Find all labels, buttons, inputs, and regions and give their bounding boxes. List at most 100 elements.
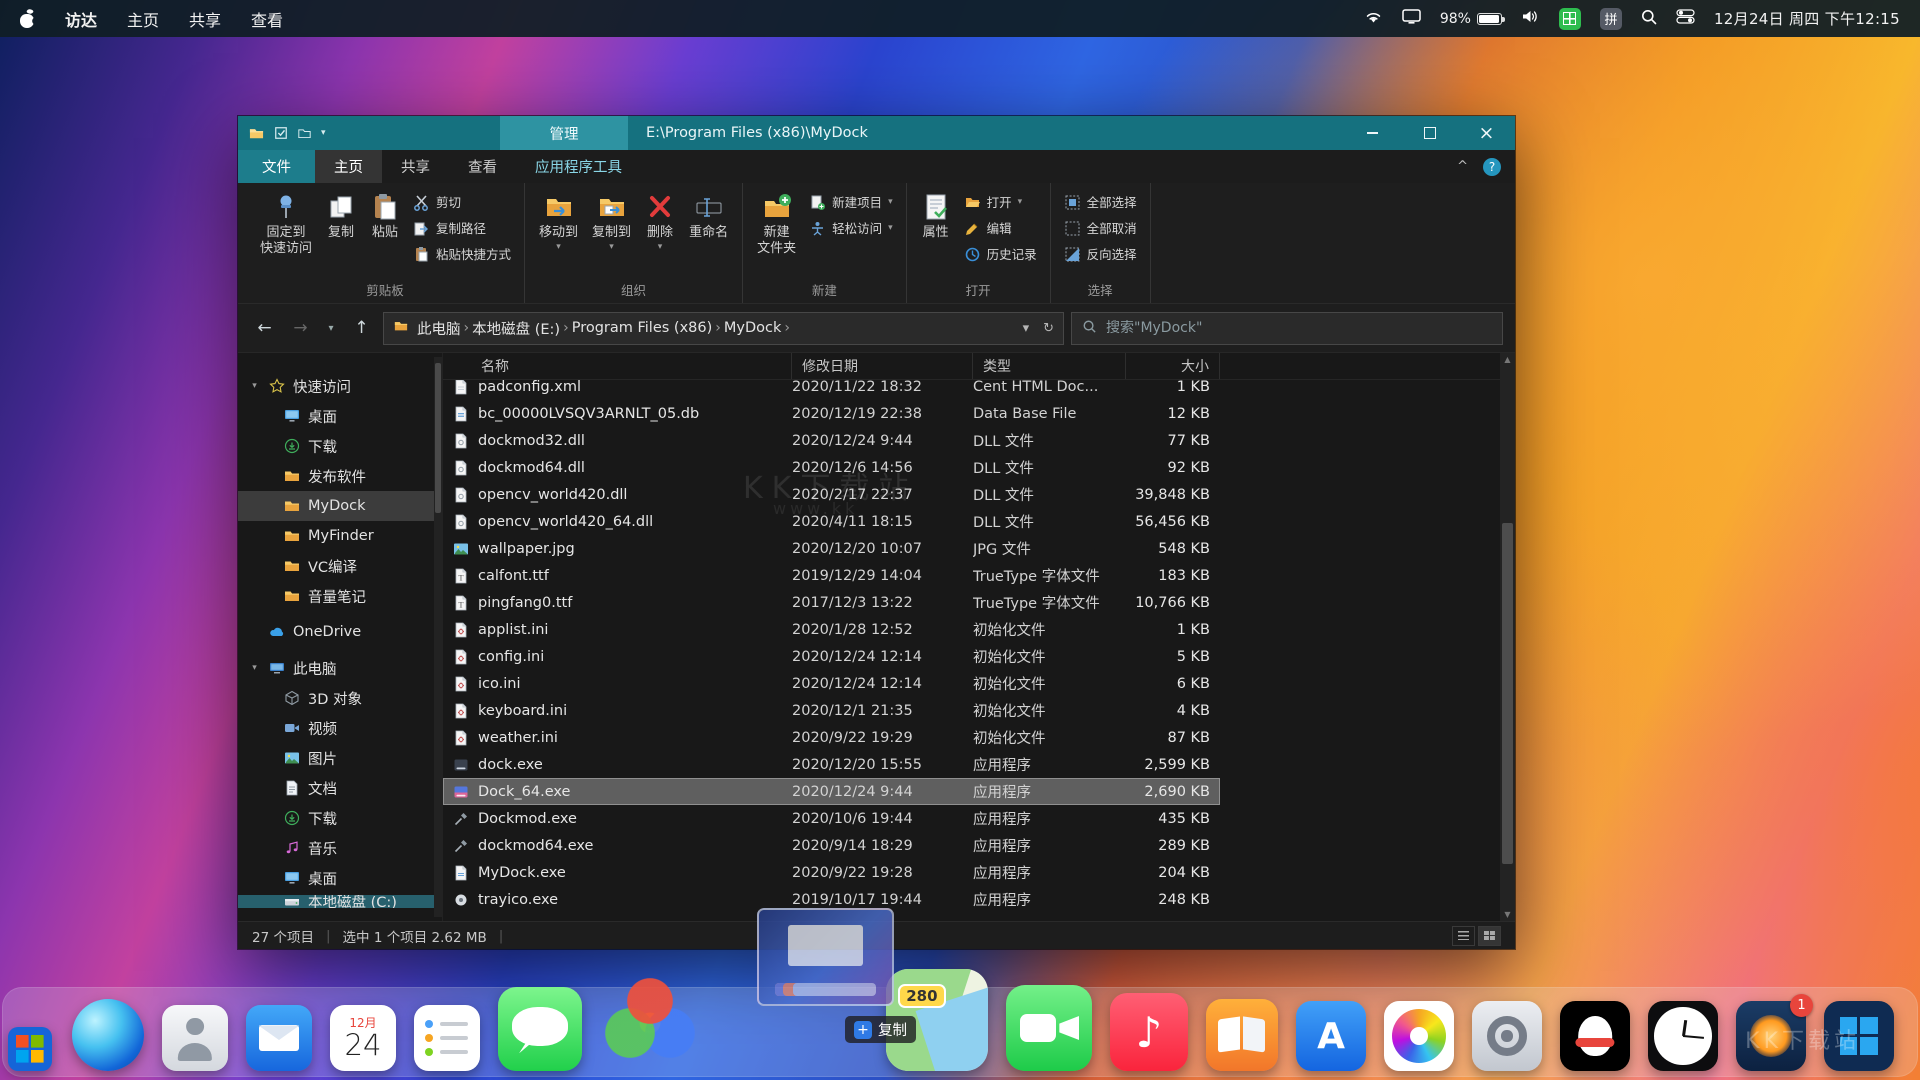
sidebar-section-0[interactable]: ▾ 快速访问 <box>238 371 442 401</box>
details-view-icon[interactable] <box>1452 925 1475 946</box>
dock-icon-mail[interactable] <box>246 1005 312 1071</box>
file-row-16[interactable]: Dockmod.exe 2020/10/6 19:44 应用程序 435 KB <box>443 805 1220 832</box>
dock-icon-clock[interactable] <box>1648 1001 1718 1071</box>
menubar-item-3[interactable]: 查看 <box>251 7 283 31</box>
ime-pinyin-icon[interactable]: 拼 <box>1599 7 1622 30</box>
manage-contextual-tab[interactable]: 管理 <box>500 116 628 150</box>
sidebar-item-0-0[interactable]: 桌面 <box>238 401 442 431</box>
menubar-item-2[interactable]: 共享 <box>189 7 221 31</box>
dock-icon-facetime[interactable] <box>1006 985 1092 1071</box>
file-row-13[interactable]: weather.ini 2020/9/22 19:29 初始化文件 87 KB <box>443 724 1220 751</box>
column-header-2[interactable]: 类型 <box>973 353 1126 379</box>
breadcrumb-segment-3[interactable]: MyDock <box>721 320 785 336</box>
qat-dropdown-icon[interactable]: ▾ <box>321 128 326 138</box>
column-header-3[interactable]: 大小 <box>1126 353 1220 379</box>
file-row-15[interactable]: Dock_64.exe 2020/12/24 9:44 应用程序 2,690 KB <box>443 778 1220 805</box>
file-row-17[interactable]: dockmod64.exe 2020/9/14 18:29 应用程序 289 KB <box>443 832 1220 859</box>
dock-icon-appstore[interactable]: A <box>1296 1001 1366 1071</box>
sidebar-item-2-3[interactable]: 文档 <box>238 773 442 803</box>
file-row-4[interactable]: opencv_world420.dll 2020/2/17 22:37 DLL 文件… <box>443 481 1220 508</box>
battery-indicator[interactable]: 98% <box>1440 11 1506 27</box>
ribbon-button-0-0[interactable]: 固定到 快速访问 <box>253 188 319 260</box>
ribbon-button-1-0[interactable]: 移动到 ▾ <box>532 188 585 256</box>
breadcrumb-segment-1[interactable]: 本地磁盘 (E:) <box>469 318 563 339</box>
help-icon[interactable]: ? <box>1483 157 1501 176</box>
sidebar-item-2-4[interactable]: 下载 <box>238 803 442 833</box>
apple-menu-icon[interactable] <box>20 10 35 28</box>
ribbon-button-0-5[interactable]: 粘贴快捷方式 <box>407 243 517 266</box>
ribbon-button-1-2[interactable]: 删除 ▾ <box>638 188 682 256</box>
file-row-12[interactable]: keyboard.ini 2020/12/1 21:35 初始化文件 4 KB <box>443 697 1220 724</box>
dock-icon-settings[interactable] <box>1472 1001 1542 1071</box>
column-header-1[interactable]: 修改日期 <box>792 353 973 379</box>
ribbon-button-2-1[interactable]: 新建项目 ▾ <box>803 191 899 214</box>
ribbon-button-3-3[interactable]: 历史记录 <box>958 243 1043 266</box>
file-row-9[interactable]: applist.ini 2020/1/28 12:52 初始化文件 1 KB <box>443 616 1220 643</box>
address-dropdown-icon[interactable]: ▾ <box>1023 321 1030 336</box>
sidebar-item-2-0[interactable]: 3D 对象 <box>238 683 442 713</box>
sidebar-item-2-6[interactable]: 桌面 <box>238 863 442 893</box>
sidebar-section-2[interactable]: ▾ 此电脑 <box>238 653 442 683</box>
file-row-11[interactable]: ico.ini 2020/12/24 12:14 初始化文件 6 KB <box>443 670 1220 697</box>
file-row-10[interactable]: config.ini 2020/12/24 12:14 初始化文件 5 KB <box>443 643 1220 670</box>
new-folder-qat-icon[interactable] <box>297 127 312 140</box>
control-center-icon[interactable] <box>1676 9 1695 28</box>
ribbon-button-1-3[interactable]: 重命名 <box>682 188 735 245</box>
column-header-0[interactable]: 名称 <box>443 353 792 379</box>
file-row-6[interactable]: wallpaper.jpg 2020/12/20 10:07 JPG 文件 548 K… <box>443 535 1220 562</box>
spotlight-search-icon[interactable] <box>1641 9 1657 29</box>
sidebar-item-0-4[interactable]: MyFinder <box>238 521 442 551</box>
sidebar-item-0-2[interactable]: 发布软件 <box>238 461 442 491</box>
sidebar-item-2-2[interactable]: 图片 <box>238 743 442 773</box>
search-box[interactable] <box>1071 311 1503 345</box>
ribbon-button-0-1[interactable]: 复制 <box>319 188 363 245</box>
ribbon-button-2-2[interactable]: 轻松访问 ▾ <box>803 217 899 240</box>
menubar-item-0[interactable]: 访达 <box>65 7 97 31</box>
sidebar-scrollbar[interactable] <box>434 357 442 917</box>
close-button[interactable]: × <box>1458 116 1515 150</box>
tab-2[interactable]: 查看 <box>449 150 516 183</box>
search-input[interactable] <box>1106 320 1492 336</box>
dock-icon-books[interactable] <box>1206 999 1278 1071</box>
thumbnails-view-icon[interactable] <box>1478 925 1501 946</box>
dock-icon-music[interactable]: ♪ <box>1110 993 1188 1071</box>
display-mirroring-icon[interactable] <box>1402 9 1421 28</box>
ime-grid-icon[interactable] <box>1558 7 1581 30</box>
file-row-18[interactable]: MyDock.exe 2020/9/22 19:28 应用程序 204 KB <box>443 859 1220 886</box>
dock-icon-weather[interactable]: 1 <box>1736 994 1813 1071</box>
file-row-7[interactable]: Tcalfont.ttf 2019/12/29 14:04 TrueType 字体文… <box>443 562 1220 589</box>
volume-icon[interactable] <box>1521 9 1540 28</box>
dock-icon-messages[interactable] <box>498 987 582 1071</box>
file-row-1[interactable]: bc_00000LVSQV3ARNLT_05.db 2020/12/19 22:3… <box>443 400 1220 427</box>
file-row-8[interactable]: Tpingfang0.ttf 2017/12/3 13:22 TrueType 字体… <box>443 589 1220 616</box>
file-menu-button[interactable]: 文件 <box>238 150 315 183</box>
titlebar[interactable]: ▾ 管理 E:\Program Files (x86)\MyDock × <box>238 116 1515 150</box>
ribbon-button-4-1[interactable]: 全部取消 <box>1058 217 1143 240</box>
dock-icon-reminders[interactable] <box>414 1005 480 1071</box>
up-button[interactable]: ↑ <box>347 313 376 343</box>
ribbon-button-0-3[interactable]: 剪切 <box>407 191 517 214</box>
dock-icon-calendar[interactable]: 12月 24 <box>330 1005 396 1071</box>
sidebar-item-0-5[interactable]: VC编译 <box>238 551 442 581</box>
back-button[interactable]: ← <box>250 313 279 343</box>
maximize-button[interactable] <box>1401 116 1458 150</box>
ribbon-button-2-0[interactable]: 新建 文件夹 <box>750 188 803 260</box>
sidebar-item-0-3[interactable]: MyDock <box>238 491 442 521</box>
tab-3[interactable]: 应用程序工具 <box>516 150 641 183</box>
ribbon-button-0-4[interactable]: 复制路径 <box>407 217 517 240</box>
wifi-icon[interactable] <box>1364 9 1383 28</box>
minimize-button[interactable] <box>1344 116 1401 150</box>
dock-icon-qq[interactable] <box>1560 1001 1630 1071</box>
file-row-2[interactable]: dockmod32.dll 2020/12/24 9:44 DLL 文件 77 KB <box>443 427 1220 454</box>
list-scrollbar-thumb[interactable] <box>1502 523 1513 865</box>
file-row-5[interactable]: opencv_world420_64.dll 2020/4/11 18:15 DLL… <box>443 508 1220 535</box>
tab-0[interactable]: 主页 <box>315 150 382 183</box>
ribbon-button-3-0[interactable]: 属性 <box>914 188 958 245</box>
dock-icon-launchpad[interactable] <box>8 1027 52 1071</box>
scroll-up-icon[interactable]: ▲ <box>1500 355 1515 364</box>
dock-icon-colorsync[interactable] <box>600 971 700 1071</box>
dock-icon-edge[interactable] <box>72 999 144 1071</box>
scroll-down-icon[interactable]: ▼ <box>1500 910 1515 919</box>
ribbon-button-3-2[interactable]: 编辑 <box>958 217 1043 240</box>
sidebar-scrollbar-thumb[interactable] <box>435 363 441 513</box>
